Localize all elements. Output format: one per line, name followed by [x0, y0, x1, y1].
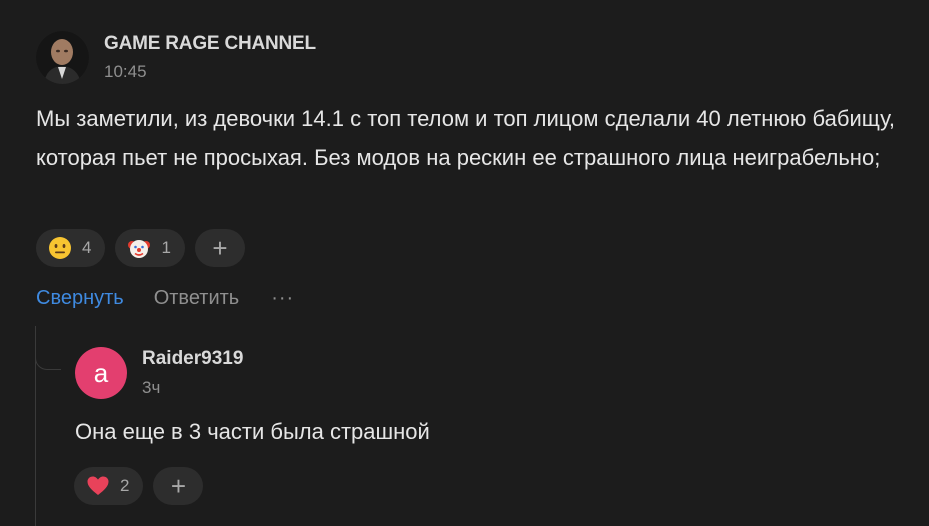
comment-actions: Свернуть Ответить ···: [36, 287, 294, 310]
reply-avatar[interactable]: a: [75, 347, 127, 399]
comment-author[interactable]: GAME RAGE CHANNEL: [104, 33, 316, 55]
thread-branch: [35, 326, 61, 370]
reply-text: Она еще в 3 части была страшной: [75, 419, 430, 444]
reaction-count: 1: [161, 238, 171, 257]
comment-reactions: 4 1 +: [36, 229, 245, 267]
add-reaction-button[interactable]: +: [153, 467, 204, 505]
reaction-count: 4: [82, 238, 92, 257]
neutral-face-emoji-icon: [49, 237, 71, 259]
reaction-clown-face[interactable]: 1: [115, 229, 185, 267]
comment-timestamp: 10:45: [104, 62, 147, 81]
reply-timestamp: 3ч: [142, 378, 161, 397]
reaction-neutral-face[interactable]: 4: [36, 229, 106, 267]
more-options-icon[interactable]: ···: [271, 287, 294, 310]
author-avatar[interactable]: [36, 31, 89, 84]
add-reaction-button[interactable]: +: [194, 229, 245, 267]
comment-text: Мы заметили, из девочки 14.1 с топ телом…: [36, 106, 896, 170]
reaction-heart[interactable]: 2: [74, 467, 144, 505]
reply-author[interactable]: Raider9319: [142, 348, 243, 370]
reply-reactions: 2 +: [74, 467, 204, 505]
collapse-button[interactable]: Свернуть: [36, 287, 124, 310]
reaction-count: 2: [120, 476, 130, 495]
reply-button[interactable]: Ответить: [154, 287, 240, 310]
clown-face-emoji-icon: [128, 240, 151, 258]
heart-emoji-icon: [87, 476, 109, 495]
